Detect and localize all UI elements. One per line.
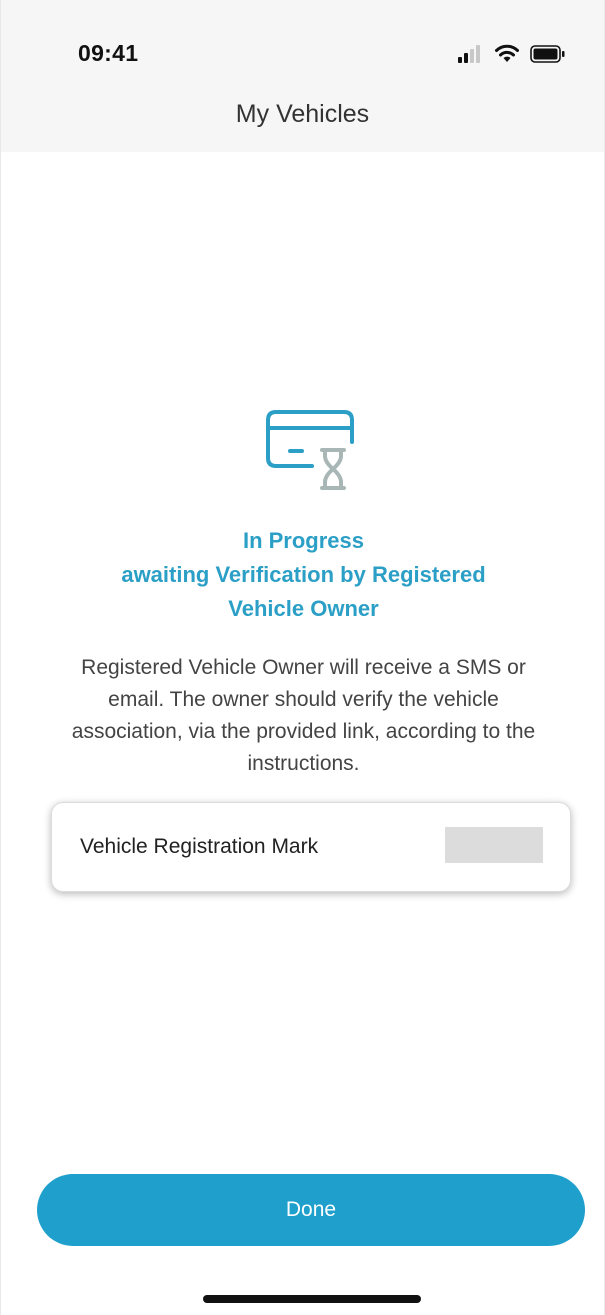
home-indicator [203, 1295, 421, 1303]
status-title-line: In Progress [242, 528, 365, 553]
top-bar: 09:41 My Vehicles [1, 0, 604, 152]
status-icons [458, 44, 566, 64]
wifi-icon [494, 44, 520, 64]
vehicle-registration-card: Vehicle Registration Mark [51, 802, 571, 892]
battery-icon [530, 45, 566, 63]
status-title-line: Vehicle Owner [228, 596, 379, 621]
status-time: 09:41 [78, 40, 139, 66]
done-button[interactable]: Done [37, 1174, 585, 1246]
status-bar: 09:41 [1, 0, 604, 90]
vehicle-registration-label: Vehicle Registration Mark [80, 835, 319, 858]
app-screen: 09:41 My Vehicles In Progress awaiting V… [0, 0, 605, 1315]
status-title: In Progress awaiting Verification by Reg… [41, 524, 566, 626]
card-hourglass-icon [264, 404, 360, 494]
page-title: My Vehicles [235, 100, 370, 128]
signal-icon [458, 45, 484, 63]
vehicle-registration-value [445, 827, 543, 863]
status-description: Registered Vehicle Owner will receive a … [71, 656, 536, 775]
status-title-line: awaiting Verification by Registered [121, 562, 486, 587]
